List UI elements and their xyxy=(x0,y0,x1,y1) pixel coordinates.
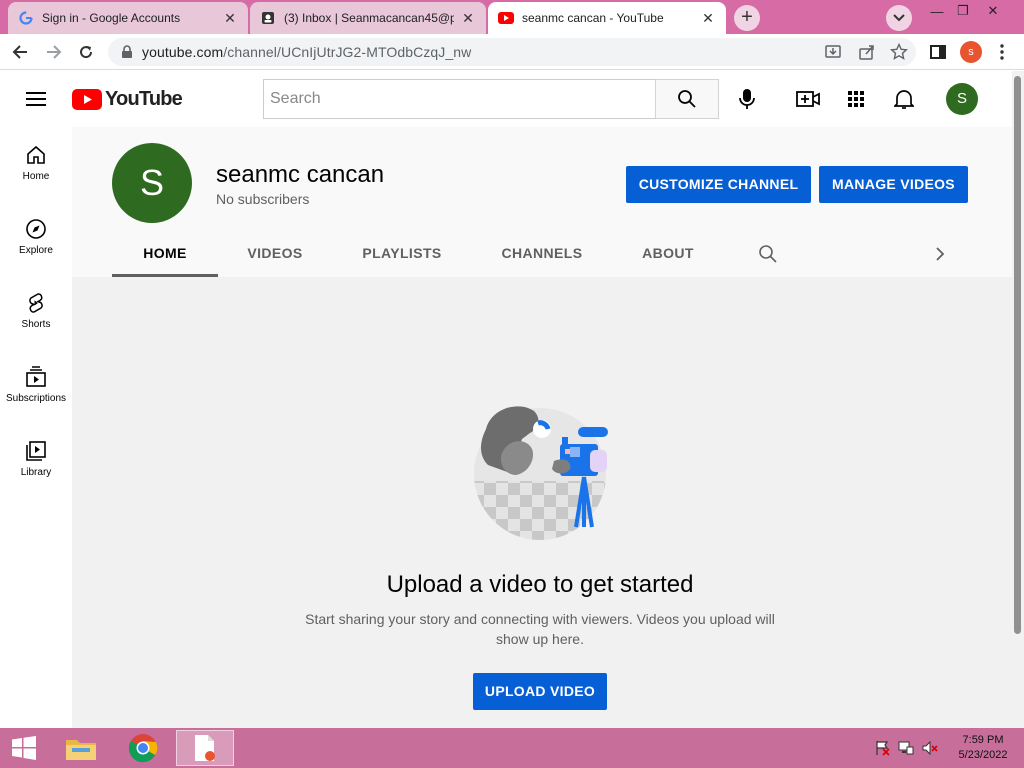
youtube-icon xyxy=(498,10,514,26)
lock-icon xyxy=(122,45,132,58)
windows-taskbar xyxy=(0,728,1024,768)
channel-search-icon[interactable] xyxy=(758,244,778,264)
new-tab-button[interactable]: + xyxy=(734,5,760,31)
sidebar-item-label: Library xyxy=(20,467,52,478)
sidebar-item-home[interactable]: Home xyxy=(0,127,72,201)
subscriptions-icon xyxy=(26,366,46,387)
action-center-flag-icon[interactable] xyxy=(872,730,892,766)
browser-tab-inbox[interactable]: (3) Inbox | Seanmacancan45@pr ✕ xyxy=(250,2,486,34)
channel-avatar: S xyxy=(112,143,192,223)
sidebar-item-label: Home xyxy=(22,171,50,182)
page-scrollbar-thumb[interactable] xyxy=(1014,76,1021,634)
browser-toolbar: youtube.com/channel/UCnIjUtrJG2-MTOdbCzq… xyxy=(0,34,1024,70)
windows-start-icon[interactable] xyxy=(6,730,42,766)
hamburger-menu-icon[interactable] xyxy=(24,89,48,109)
bookmark-star-icon[interactable] xyxy=(890,43,908,61)
close-icon[interactable]: ✕ xyxy=(460,10,476,27)
tab-title: (3) Inbox | Seanmacancan45@pr xyxy=(284,11,454,25)
side-panel-icon[interactable] xyxy=(926,40,950,64)
tab-about[interactable]: ABOUT xyxy=(632,231,704,277)
network-icon[interactable] xyxy=(896,730,916,766)
sidebar-item-shorts[interactable]: Shorts xyxy=(0,275,72,349)
sidebar-item-label: Subscriptions xyxy=(5,393,67,404)
tab-playlists[interactable]: PLAYLISTS xyxy=(352,231,452,277)
library-icon xyxy=(26,441,46,461)
window-close-icon[interactable]: ✕ xyxy=(978,0,1008,22)
tab-videos[interactable]: VIDEOS xyxy=(230,231,320,277)
address-bar[interactable]: youtube.com/channel/UCnIjUtrJG2-MTOdbCzq… xyxy=(108,38,916,66)
url-path: /channel/UCnIjUtrJG2-MTOdbCzqJ_nw xyxy=(223,44,472,60)
document-icon xyxy=(195,735,215,761)
empty-state-title: Upload a video to get started xyxy=(386,571,694,598)
proton-mail-icon xyxy=(260,10,276,26)
browser-tab-youtube[interactable]: seanmc cancan - YouTube ✕ xyxy=(488,2,726,34)
search-icon xyxy=(678,90,696,108)
url-host: youtube.com xyxy=(142,44,224,60)
sidebar-item-library[interactable]: Library xyxy=(0,423,72,497)
compass-icon xyxy=(26,219,46,239)
shorts-icon xyxy=(29,293,43,313)
clock-time: 7:59 PM xyxy=(962,734,1004,746)
tab-title: Sign in - Google Accounts xyxy=(42,11,181,25)
empty-state-description: Start sharing your story and connecting … xyxy=(305,611,775,647)
home-icon xyxy=(27,145,45,164)
tab-home[interactable]: HOME xyxy=(112,231,218,277)
close-icon[interactable]: ✕ xyxy=(700,10,716,27)
sidebar-item-label: Explore xyxy=(19,245,53,256)
upload-video-button[interactable]: UPLOAD VIDEO xyxy=(473,673,607,710)
browser-tab-strip: Sign in - Google Accounts ✕ (3) Inbox | … xyxy=(0,0,1024,34)
tab-title: seanmc cancan - YouTube xyxy=(522,11,664,25)
chevron-down-icon xyxy=(893,14,905,22)
search-input[interactable]: Search xyxy=(263,79,656,119)
youtube-play-icon xyxy=(72,89,102,110)
channel-page: S seanmc cancan No subscribers CUSTOMIZE… xyxy=(72,127,1012,728)
create-video-icon[interactable] xyxy=(796,87,820,111)
sidebar-item-label: Shorts xyxy=(21,319,51,330)
youtube-masthead: YouTube Search S xyxy=(0,71,1012,127)
channel-name: seanmc cancan xyxy=(216,161,385,188)
url-text: youtube.com/channel/UCnIjUtrJG2-MTOdbCzq… xyxy=(142,44,471,60)
browser-menu-icon[interactable] xyxy=(990,40,1014,64)
youtube-logo[interactable]: YouTube xyxy=(72,88,183,111)
chevron-right-icon[interactable] xyxy=(930,244,950,264)
share-icon[interactable] xyxy=(858,43,876,61)
file-explorer-icon[interactable] xyxy=(60,730,102,766)
apps-grid-icon[interactable] xyxy=(844,87,868,111)
customize-channel-button[interactable]: CUSTOMIZE CHANNEL xyxy=(626,166,811,203)
tab-channels[interactable]: CHANNELS xyxy=(490,231,594,277)
volume-muted-icon[interactable] xyxy=(920,730,940,766)
account-avatar[interactable]: S xyxy=(946,83,978,115)
chrome-icon[interactable] xyxy=(122,730,164,766)
youtube-wordmark: YouTube xyxy=(105,88,183,110)
browser-tab-google-accounts[interactable]: Sign in - Google Accounts ✕ xyxy=(8,2,248,34)
taskbar-active-app[interactable] xyxy=(176,730,234,766)
manage-videos-button[interactable]: MANAGE VIDEOS xyxy=(819,166,968,203)
upload-illustration-icon xyxy=(474,406,608,540)
reload-icon[interactable] xyxy=(74,40,98,64)
microphone-icon[interactable] xyxy=(735,87,759,111)
google-g-icon xyxy=(18,10,34,26)
install-app-icon[interactable] xyxy=(824,43,842,61)
sidebar-item-subscriptions[interactable]: Subscriptions xyxy=(0,349,72,423)
search-button[interactable] xyxy=(655,79,719,119)
channel-header: S seanmc cancan No subscribers CUSTOMIZE… xyxy=(72,127,1012,277)
guide-sidebar: Home Explore Shorts Subscriptions Librar… xyxy=(0,127,72,728)
close-icon[interactable]: ✕ xyxy=(222,10,238,27)
clock-date: 5/23/2022 xyxy=(958,749,1008,761)
taskbar-clock[interactable]: 7:59 PM 5/23/2022 xyxy=(948,733,1018,763)
browser-profile-avatar[interactable]: s xyxy=(960,41,982,63)
subscriber-count: No subscribers xyxy=(216,191,310,207)
tab-search-button[interactable] xyxy=(886,5,912,31)
notifications-bell-icon[interactable] xyxy=(892,87,916,111)
sidebar-item-explore[interactable]: Explore xyxy=(0,201,72,275)
forward-arrow-icon[interactable] xyxy=(42,40,66,64)
restore-icon[interactable]: ❐ xyxy=(948,0,978,22)
back-arrow-icon[interactable] xyxy=(8,40,32,64)
